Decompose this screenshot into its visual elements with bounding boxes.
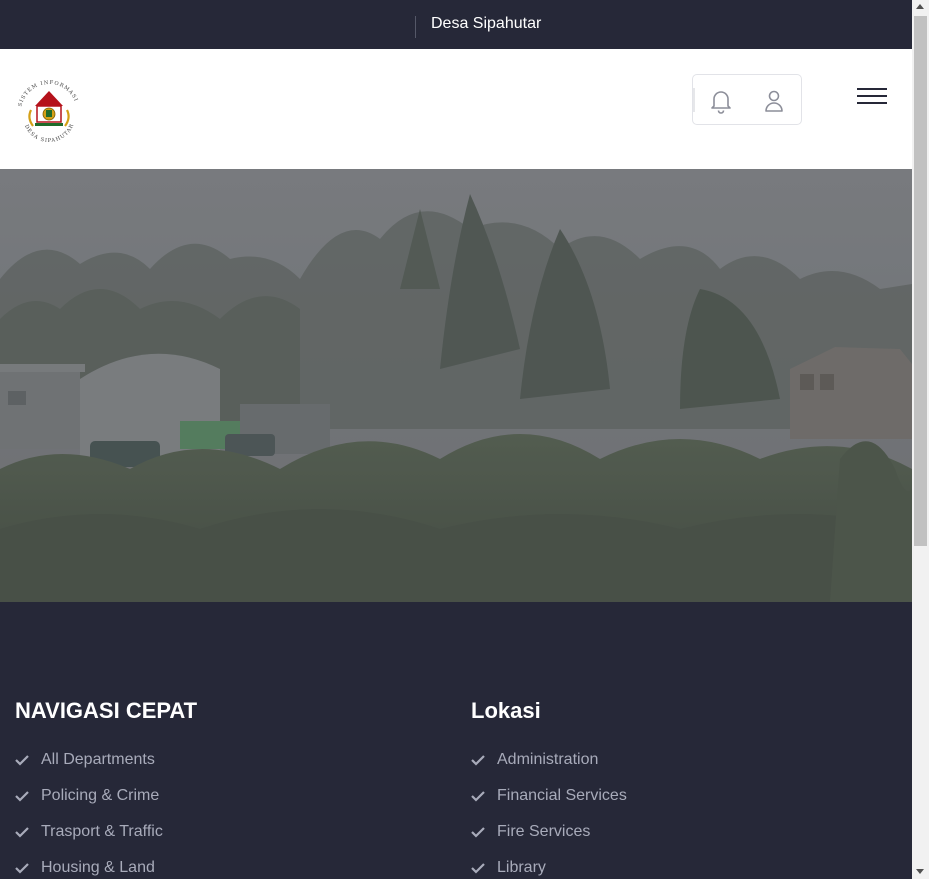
check-icon xyxy=(471,827,485,838)
check-icon xyxy=(15,791,29,802)
quick-nav-label: Housing & Land xyxy=(41,859,155,876)
location-link[interactable]: Library xyxy=(471,850,627,879)
location-section: Lokasi Administration Financial Services… xyxy=(471,698,627,879)
top-bar: Desa Sipahutar xyxy=(0,0,912,49)
location-list: Administration Financial Services Fire S… xyxy=(471,742,627,879)
hero-image xyxy=(0,169,912,602)
quick-nav-link[interactable]: Housing & Land xyxy=(15,850,197,879)
location-label: Financial Services xyxy=(497,787,627,804)
check-icon xyxy=(15,863,29,874)
hero-banner xyxy=(0,169,912,602)
location-label: Fire Services xyxy=(497,823,591,840)
actions-divider xyxy=(693,88,695,112)
page: Desa Sipahutar SISTEM INFORMASI DESA SIP… xyxy=(0,0,912,879)
page-scrollbar[interactable] xyxy=(912,0,929,879)
quick-nav-section: NAVIGASI CEPAT All Departments Policing … xyxy=(15,698,197,879)
quick-nav-link[interactable]: Trasport & Traffic xyxy=(15,814,197,850)
quick-nav-label: Trasport & Traffic xyxy=(41,823,163,840)
header-actions xyxy=(692,74,802,125)
check-icon xyxy=(471,791,485,802)
quick-nav-label: All Departments xyxy=(41,751,155,768)
check-icon xyxy=(471,755,485,766)
site-header: SISTEM INFORMASI DESA SIPAHUTAR xyxy=(0,49,912,169)
quick-nav-list: All Departments Policing & Crime Traspor… xyxy=(15,742,197,879)
top-bar-divider xyxy=(415,16,416,38)
site-logo[interactable]: SISTEM INFORMASI DESA SIPAHUTAR xyxy=(13,76,85,144)
scroll-up-arrow-icon[interactable] xyxy=(916,4,924,9)
check-icon xyxy=(15,755,29,766)
quick-nav-link[interactable]: All Departments xyxy=(15,742,197,778)
location-link[interactable]: Administration xyxy=(471,742,627,778)
check-icon xyxy=(471,863,485,874)
user-icon[interactable] xyxy=(763,89,785,113)
quick-nav-link[interactable]: Policing & Crime xyxy=(15,778,197,814)
location-label: Administration xyxy=(497,751,599,768)
scrollbar-thumb[interactable] xyxy=(914,16,927,546)
footer: NAVIGASI CEPAT All Departments Policing … xyxy=(0,602,912,879)
scroll-down-arrow-icon[interactable] xyxy=(916,869,924,874)
location-link[interactable]: Fire Services xyxy=(471,814,627,850)
bell-icon[interactable] xyxy=(709,88,733,114)
village-name: Desa Sipahutar xyxy=(431,15,542,32)
hamburger-icon[interactable] xyxy=(857,88,887,108)
location-label: Library xyxy=(497,859,546,876)
check-icon xyxy=(15,827,29,838)
location-link[interactable]: Financial Services xyxy=(471,778,627,814)
location-title: Lokasi xyxy=(471,698,541,723)
quick-nav-label: Policing & Crime xyxy=(41,787,160,804)
quick-nav-title: NAVIGASI CEPAT xyxy=(15,698,198,723)
